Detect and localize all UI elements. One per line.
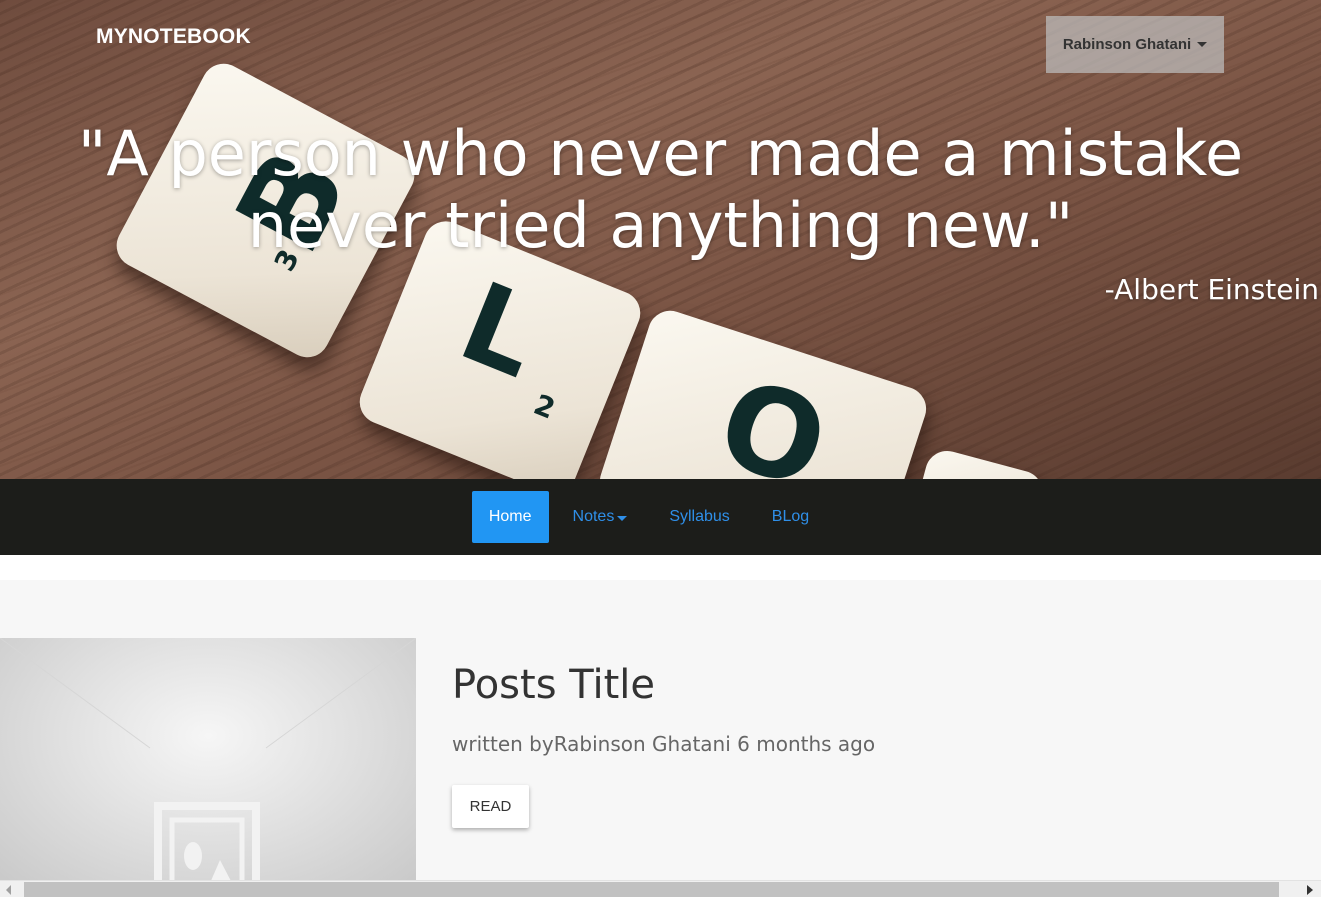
nav-item-blog[interactable]: BLog	[751, 491, 830, 543]
tile-number-2: 2	[529, 387, 560, 426]
horizontal-scrollbar[interactable]	[0, 880, 1321, 897]
post-thumbnail[interactable]	[0, 638, 416, 883]
quote-author: -Albert Einstein	[1104, 273, 1319, 306]
nav-item-syllabus[interactable]: Syllabus	[648, 491, 750, 543]
scroll-left-icon[interactable]	[6, 885, 11, 895]
tile-letter-l: L	[443, 257, 557, 403]
hero-banner: B 3 L 2 O MYNOTEBOOK Rabinson Ghatani "A…	[0, 0, 1321, 479]
nav-item-label: Notes	[572, 508, 615, 525]
scrabble-tile-o: O	[594, 305, 932, 479]
nav-item-label: BLog	[771, 508, 810, 525]
hero-quote: "A person who never made a mistake never…	[77, 117, 1244, 262]
caret-down-icon	[1197, 42, 1208, 47]
image-placeholder-icon	[0, 638, 416, 883]
scrabble-tile-partial	[908, 446, 1048, 479]
read-button[interactable]: READ	[452, 785, 529, 828]
brand-logo[interactable]: MYNOTEBOOK	[96, 25, 251, 49]
main-navbar: Home Notes Syllabus BLog	[0, 479, 1321, 555]
post-title[interactable]: Posts Title	[452, 662, 655, 708]
posts-section: Posts Title written byRabinson Ghatani 6…	[0, 580, 1321, 883]
user-menu-button[interactable]: Rabinson Ghatani	[1046, 16, 1224, 73]
nav-item-label: Home	[488, 508, 532, 525]
scrollbar-thumb[interactable]	[24, 882, 1279, 897]
caret-down-icon	[617, 515, 628, 521]
tile-letter-o: O	[702, 353, 843, 479]
nav-item-home[interactable]: Home	[471, 491, 549, 543]
user-menu-label: Rabinson Ghatani	[1062, 36, 1192, 53]
nav-item-notes[interactable]: Notes	[552, 491, 649, 543]
nav-item-label: Syllabus	[669, 508, 730, 525]
scroll-right-icon[interactable]	[1307, 885, 1313, 895]
page: B 3 L 2 O MYNOTEBOOK Rabinson Ghatani "A…	[0, 0, 1321, 897]
post-meta: written byRabinson Ghatani 6 months ago	[452, 732, 876, 756]
nav-list: Home Notes Syllabus BLog	[471, 491, 830, 543]
